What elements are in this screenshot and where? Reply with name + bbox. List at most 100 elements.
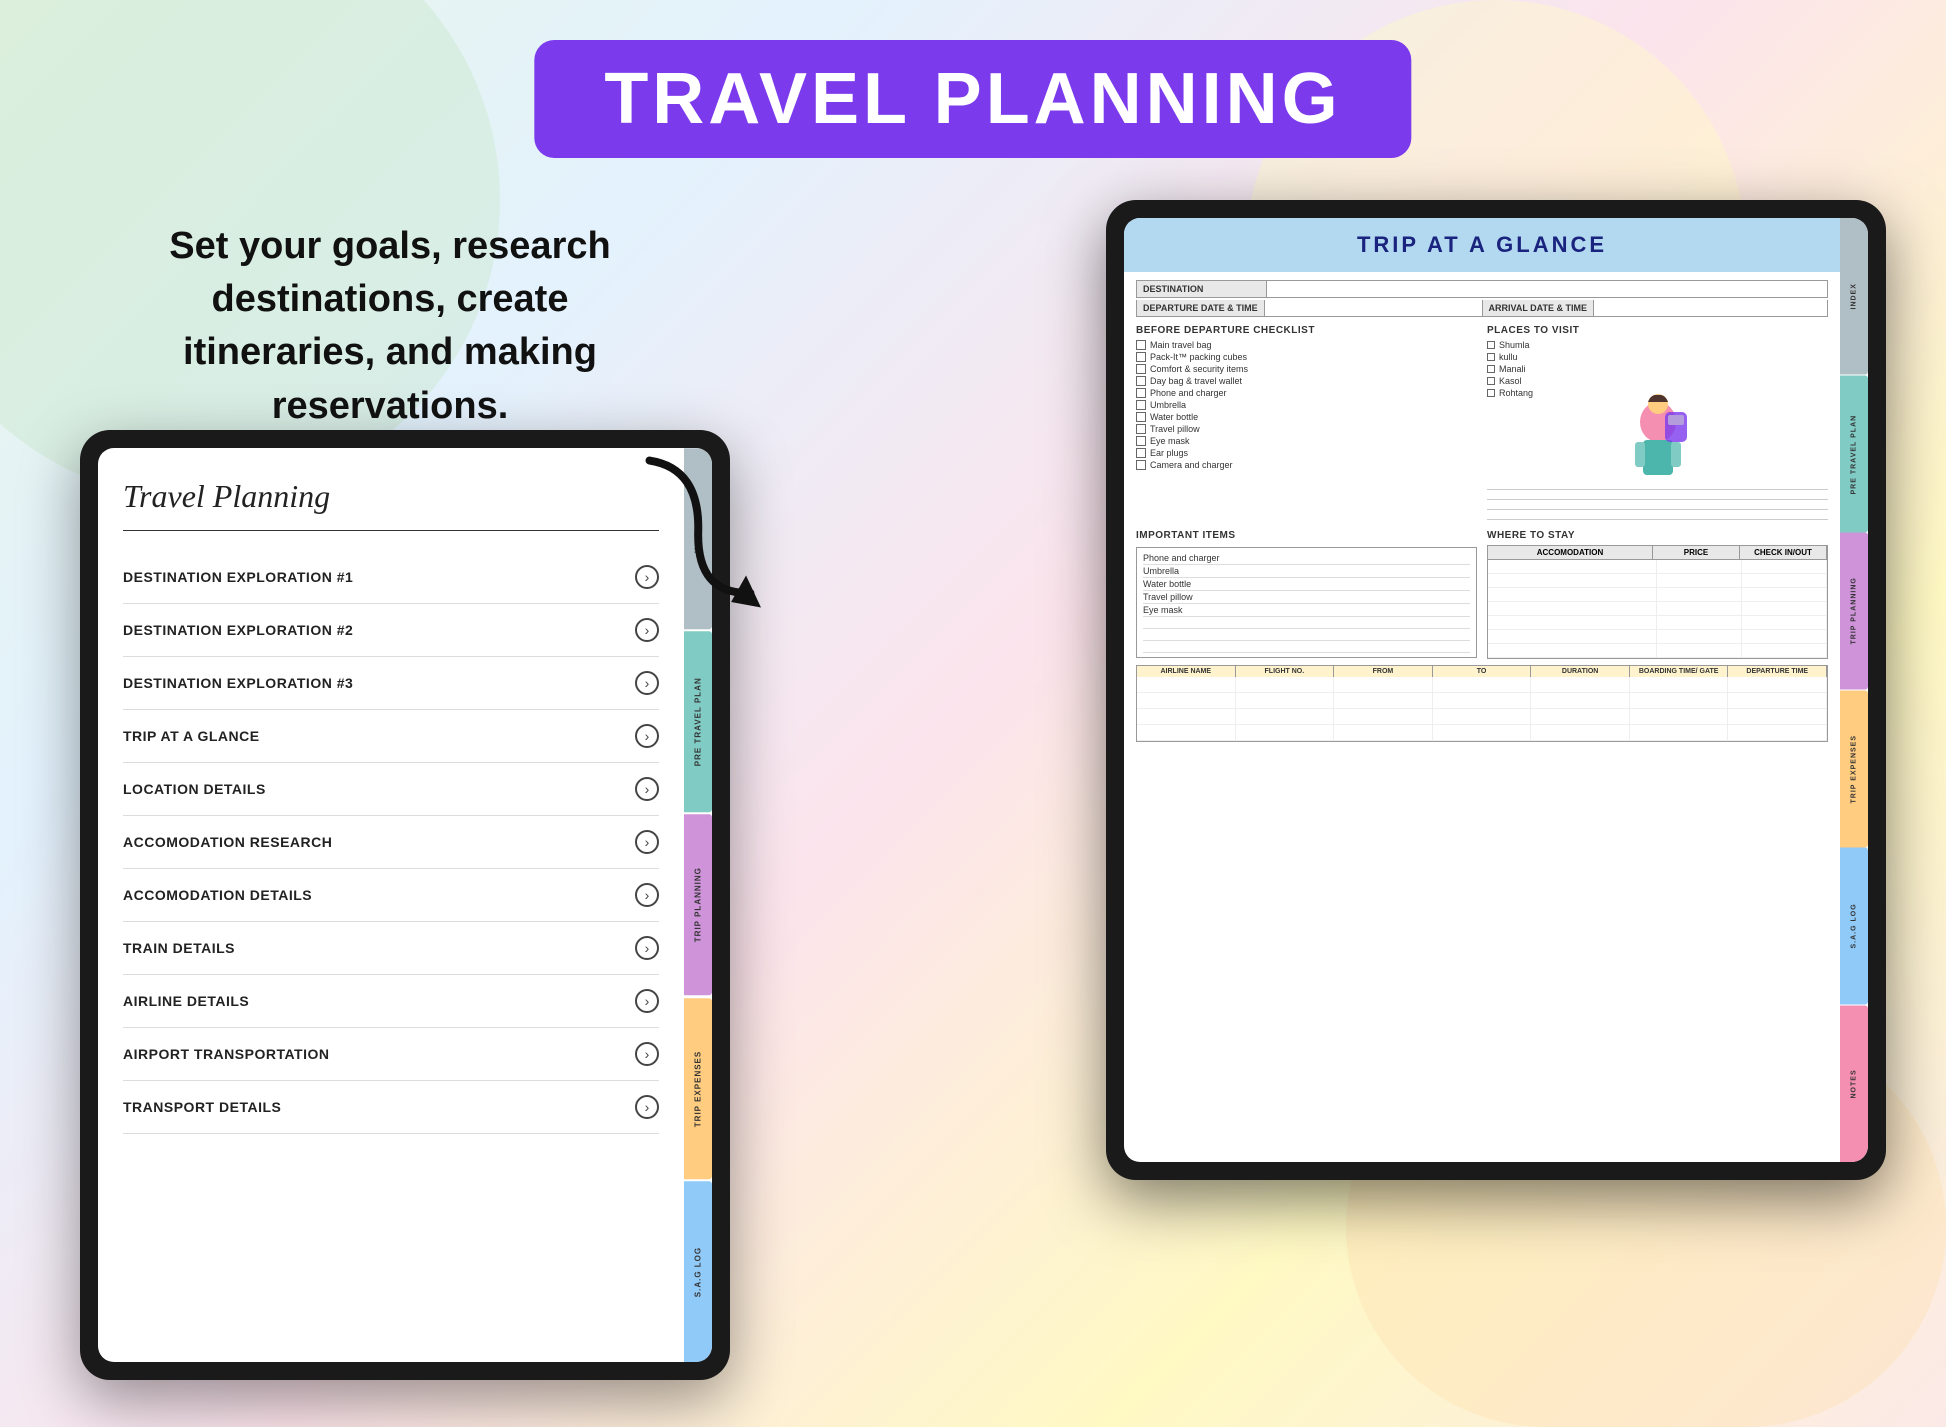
flight-table: AIRLINE NAME FLIGHT NO. FROM TO DURATION… (1136, 665, 1828, 742)
stay-row (1488, 574, 1827, 588)
checkbox[interactable] (1136, 460, 1146, 470)
checklist-item: Water bottle (1136, 412, 1477, 422)
important-item: Travel pillow (1143, 591, 1470, 604)
checkbox[interactable] (1136, 412, 1146, 422)
rtab-trip-planning[interactable]: TRIP PLANNING (1840, 533, 1868, 690)
rtab-notes[interactable]: NOTES (1840, 1006, 1868, 1163)
menu-item-label: TRANSPORT DETAILS (123, 1099, 281, 1115)
tagline-text: Set your goals, research destinations, c… (130, 220, 650, 433)
stay-accom-header: ACCOMODATION (1488, 546, 1653, 559)
checklist-label: Day bag & travel wallet (1150, 376, 1242, 386)
stay-header: ACCOMODATION PRICE CHECK IN/OUT (1488, 546, 1827, 560)
main-two-col: BEFORE DEPARTURE CHECKLIST Main travel b… (1136, 325, 1828, 522)
important-item-empty (1143, 617, 1470, 629)
list-item[interactable]: ACCOMODATION RESEARCH › (123, 816, 659, 869)
menu-item-label: DESTINATION EXPLORATION #3 (123, 675, 353, 691)
menu-item-label: AIRPORT TRANSPORTATION (123, 1046, 329, 1062)
checkbox[interactable] (1136, 352, 1146, 362)
departure-value[interactable] (1265, 300, 1482, 316)
important-col: IMPORTANT ITEMS Phone and charger Umbrel… (1136, 530, 1477, 659)
flight-col-boarding: BOARDING TIME/ GATE (1630, 666, 1729, 677)
stay-col-section: WHERE TO STAY ACCOMODATION PRICE CHECK I… (1487, 530, 1828, 659)
checklist-item: Phone and charger (1136, 388, 1477, 398)
rtab-pre-travel[interactable]: PRE TRAVEL PLAN (1840, 376, 1868, 533)
menu-item-label: AIRLINE DETAILS (123, 993, 249, 1009)
col-right: PLACES TO VISIT Shumla kullu Manali (1487, 325, 1828, 522)
checklist-item: Main travel bag (1136, 340, 1477, 350)
list-item[interactable]: ACCOMODATION DETAILS › (123, 869, 659, 922)
destination-label: DESTINATION (1137, 281, 1267, 297)
places-item: Manali (1487, 364, 1828, 374)
stay-row (1488, 602, 1827, 616)
important-item: Water bottle (1143, 578, 1470, 591)
checklist-item: Pack-It™ packing cubes (1136, 352, 1477, 362)
checkbox[interactable] (1136, 436, 1146, 446)
rtab-trip-expenses[interactable]: TRIP EXPENSES (1840, 691, 1868, 848)
checklist-label: Comfort & security items (1150, 364, 1248, 374)
right-screen-content: TRIP AT A GLANCE DESTINATION DEPARTURE D… (1124, 218, 1840, 1162)
stay-checkin-header: CHECK IN/OUT (1740, 546, 1827, 559)
places-title: PLACES TO VISIT (1487, 325, 1828, 336)
checklist-title: BEFORE DEPARTURE CHECKLIST (1136, 325, 1477, 336)
places-label: kullu (1499, 352, 1518, 362)
menu-item-label: TRIP AT A GLANCE (123, 728, 260, 744)
checkbox[interactable] (1136, 388, 1146, 398)
rtab-index[interactable]: INDEX (1840, 218, 1868, 375)
menu-item-label: ACCOMODATION RESEARCH (123, 834, 332, 850)
checkbox[interactable] (1136, 424, 1146, 434)
list-item[interactable]: AIRPORT TRANSPORTATION › (123, 1028, 659, 1081)
tab-trip-planning[interactable]: TRIP PLANNING (684, 814, 712, 995)
checklist-item: Umbrella (1136, 400, 1477, 410)
glance-content: DESTINATION DEPARTURE DATE & TIME ARRIVA… (1124, 272, 1840, 1162)
stay-row (1488, 588, 1827, 602)
right-tablet-screen: TRIP AT A GLANCE DESTINATION DEPARTURE D… (1124, 218, 1868, 1162)
checklist-label: Eye mask (1150, 436, 1190, 446)
places-item: Kasol (1487, 376, 1828, 386)
tab-sag-log[interactable]: S.A.G LOG (684, 1181, 712, 1362)
flight-col-to: TO (1433, 666, 1532, 677)
checkbox[interactable] (1136, 448, 1146, 458)
nav-icon: › (635, 936, 659, 960)
stay-title: WHERE TO STAY (1487, 530, 1828, 541)
checkbox[interactable] (1136, 376, 1146, 386)
arrival-label: ARRIVAL DATE & TIME (1483, 300, 1595, 316)
nav-icon: › (635, 724, 659, 748)
important-item-empty (1143, 641, 1470, 653)
checkbox[interactable] (1136, 400, 1146, 410)
list-item[interactable]: DESTINATION EXPLORATION #3 › (123, 657, 659, 710)
checklist-label: Umbrella (1150, 400, 1186, 410)
menu-item-label: DESTINATION EXPLORATION #2 (123, 622, 353, 638)
list-item[interactable]: TRANSPORT DETAILS › (123, 1081, 659, 1134)
nav-icon: › (635, 1095, 659, 1119)
tab-trip-expenses[interactable]: TRIP EXPENSES (684, 998, 712, 1179)
flight-col-no: FLIGHT NO. (1236, 666, 1335, 677)
list-item[interactable]: AIRLINE DETAILS › (123, 975, 659, 1028)
flight-header: AIRLINE NAME FLIGHT NO. FROM TO DURATION… (1137, 666, 1827, 677)
nav-icon: › (635, 1042, 659, 1066)
list-item[interactable]: TRAIN DETAILS › (123, 922, 659, 975)
checkbox[interactable] (1136, 364, 1146, 374)
stay-row (1488, 616, 1827, 630)
arrival-value[interactable] (1594, 300, 1827, 316)
important-section: Phone and charger Umbrella Water bottle … (1136, 547, 1477, 658)
checkbox[interactable] (1136, 340, 1146, 350)
places-item: kullu (1487, 352, 1828, 362)
traveler-illustration (1487, 402, 1828, 482)
rtab-sag-log[interactable]: S.A.G LOG (1840, 848, 1868, 1005)
right-tablet-tabs: INDEX PRE TRAVEL PLAN TRIP PLANNING TRIP… (1840, 218, 1868, 1162)
menu-item-label: LOCATION DETAILS (123, 781, 266, 797)
list-item[interactable]: LOCATION DETAILS › (123, 763, 659, 816)
flight-row (1137, 709, 1827, 725)
checklist-label: Phone and charger (1150, 388, 1227, 398)
places-label: Kasol (1499, 376, 1522, 386)
important-item-empty (1143, 629, 1470, 641)
list-item[interactable]: TRIP AT A GLANCE › (123, 710, 659, 763)
checklist-item: Camera and charger (1136, 460, 1477, 470)
right-header-bar: TRIP AT A GLANCE (1124, 218, 1840, 272)
flight-col-duration: DURATION (1531, 666, 1630, 677)
important-item: Eye mask (1143, 604, 1470, 617)
destination-row: DESTINATION (1136, 280, 1828, 298)
flight-col-from: FROM (1334, 666, 1433, 677)
flight-row (1137, 693, 1827, 709)
destination-value[interactable] (1267, 286, 1827, 292)
